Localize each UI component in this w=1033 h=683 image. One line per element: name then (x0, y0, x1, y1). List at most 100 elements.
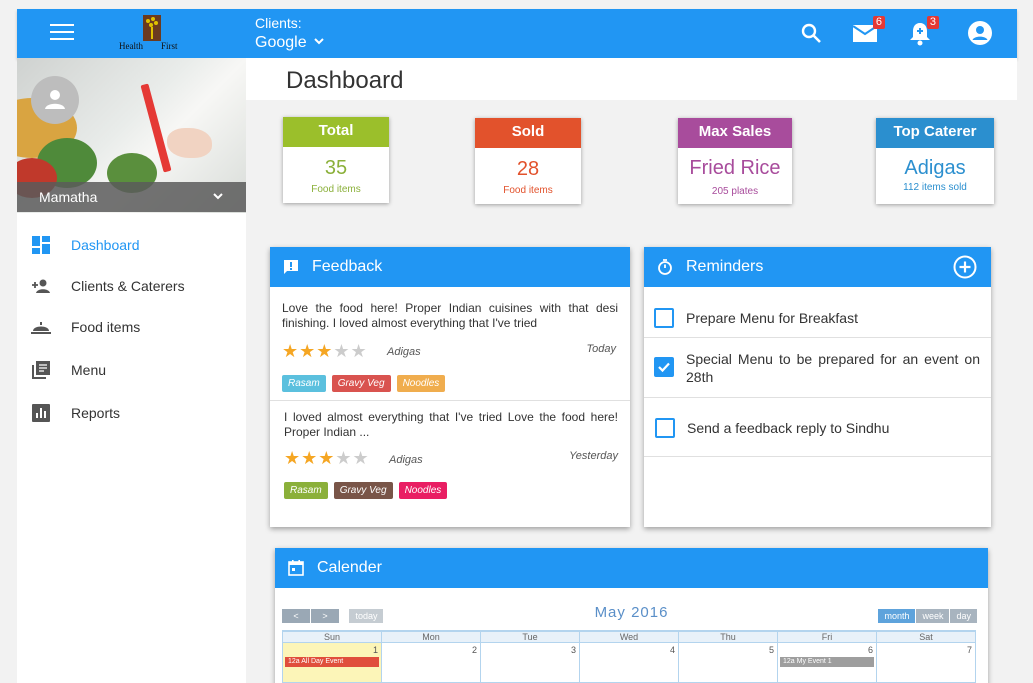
check-icon (658, 362, 670, 373)
day-number: 7 (966, 645, 972, 655)
stat-card-total[interactable]: Total 35 Food items (283, 117, 389, 203)
sidebar-item-label: Menu (71, 361, 107, 378)
stat-value: Adigas (904, 157, 966, 179)
feedback-item[interactable]: Love the food here! Proper Indian cuisin… (270, 301, 630, 401)
stat-subtitle: Food items (503, 185, 553, 196)
day-number: 1 (372, 645, 378, 655)
feedback-text: I loved almost everything that I've trie… (284, 410, 618, 439)
reminder-item[interactable]: Prepare Menu for Breakfast (644, 298, 991, 338)
calendar-event[interactable]: 12a My Event 1 (780, 657, 874, 667)
calendar-day-cell[interactable]: 1 12a All Day Event (282, 642, 382, 683)
sidebar-item-clients-caterers[interactable]: Clients & Caterers (17, 265, 246, 306)
reminders-header: Reminders (644, 247, 991, 287)
tag-chip[interactable]: Gravy Veg (331, 375, 391, 392)
feedback-header: Feedback (270, 247, 630, 287)
avatar[interactable] (31, 76, 79, 124)
sidebar-item-menu[interactable]: Menu (17, 349, 246, 390)
calendar-day-cell[interactable]: 6 12a My Event 1 (777, 642, 877, 683)
mail-icon[interactable]: 6 (852, 16, 885, 50)
reminder-checkbox[interactable] (655, 418, 675, 438)
client-selector[interactable]: Clients: Google (255, 15, 325, 52)
tag-chip[interactable]: Noodles (398, 482, 448, 499)
stat-card-sold[interactable]: Sold 28 Food items (475, 118, 581, 204)
calendar-event[interactable]: 12a All Day Event (285, 657, 379, 667)
reminder-text: Special Menu to be prepared for an event… (686, 351, 980, 385)
stat-subtitle: 112 items sold (903, 182, 967, 193)
health-first-logo[interactable]: Health First (117, 15, 187, 53)
day-number: 4 (669, 645, 675, 655)
feedback-item[interactable]: I loved almost everything that I've trie… (270, 410, 630, 515)
main-content: Dashboard Total 35 Food items Sold 28 Fo… (246, 58, 1017, 683)
timer-icon (656, 258, 674, 276)
sidebar-item-reports[interactable]: Reports (17, 392, 246, 433)
page-title: Dashboard (286, 67, 404, 94)
account-circle-icon[interactable] (967, 20, 993, 51)
tag-chip[interactable]: Noodles (396, 375, 446, 392)
weekday-header: Mon (381, 631, 481, 643)
feedback-title: Feedback (312, 258, 383, 275)
stat-value: Fried Rice (689, 157, 781, 179)
mail-count-badge: 6 (872, 16, 885, 29)
reminder-checkbox[interactable] (654, 357, 674, 377)
clients-label: Clients: (255, 15, 302, 31)
stat-title: Sold (475, 118, 581, 148)
hamburger-menu-icon[interactable] (50, 24, 74, 42)
sidebar-item-label: Dashboard (71, 236, 140, 253)
day-number: 6 (867, 645, 873, 655)
reminder-text: Send a feedback reply to Sindhu (687, 420, 890, 436)
stat-value: 35 (324, 157, 348, 179)
feedback-text: Love the food here! Proper Indian cuisin… (282, 301, 618, 330)
svg-text:First: First (161, 41, 178, 51)
svg-text:Health: Health (119, 41, 143, 51)
rating-stars: ★★★★★ (282, 341, 368, 361)
reminder-item[interactable]: Send a feedback reply to Sindhu (644, 398, 991, 457)
sidebar-nav: Dashboard Clients & Caterers Food items … (17, 223, 246, 433)
calendar-day-cell[interactable]: 2 (381, 642, 481, 683)
stat-subtitle: Food items (311, 184, 361, 195)
dashboard-icon (31, 235, 51, 255)
person-add-icon (31, 276, 51, 296)
calendar-header: Calender (275, 548, 988, 588)
day-view-button[interactable]: day (950, 609, 977, 623)
reminder-checkbox[interactable] (654, 308, 674, 328)
reminders-title: Reminders (686, 258, 764, 275)
user-name: Mamatha (39, 189, 98, 205)
sidebar-item-label: Reports (71, 404, 121, 421)
menu-book-icon (31, 360, 51, 380)
sidebar-item-dashboard[interactable]: Dashboard (17, 224, 246, 265)
sidebar-item-food-items[interactable]: Food items (17, 306, 246, 347)
feedback-tags: Rasam Gravy Veg Noodles (282, 373, 451, 392)
tag-chip[interactable]: Rasam (282, 375, 326, 392)
page-header: Dashboard (246, 58, 1017, 100)
calendar-icon (287, 559, 305, 577)
stat-title: Top Caterer (876, 118, 994, 148)
add-reminder-icon[interactable] (953, 255, 977, 284)
week-view-button[interactable]: week (916, 609, 950, 623)
weekday-header: Fri (777, 631, 877, 643)
day-number: 2 (471, 645, 477, 655)
calendar-day-cell[interactable]: 7 (876, 642, 976, 683)
chevron-down-icon (212, 189, 224, 205)
tag-chip[interactable]: Gravy Veg (333, 482, 393, 499)
stat-card-top-caterer[interactable]: Top Caterer Adigas 112 items sold (876, 118, 994, 204)
weekday-header: Sat (876, 631, 976, 643)
sidebar-item-label: Clients & Caterers (71, 277, 185, 294)
day-number: 5 (768, 645, 774, 655)
calendar-day-cell[interactable]: 5 (678, 642, 778, 683)
weekday-header: Tue (480, 631, 580, 643)
tag-chip[interactable]: Rasam (284, 482, 328, 499)
calendar-day-cell[interactable]: 3 (480, 642, 580, 683)
user-menu-toggle[interactable]: Mamatha (17, 182, 246, 212)
weekday-header: Wed (579, 631, 679, 643)
reminder-item[interactable]: Special Menu to be prepared for an event… (644, 338, 991, 398)
weekday-header: Sun (282, 631, 382, 643)
month-view-button[interactable]: month (878, 609, 916, 623)
profile-cover-image: Mamatha (17, 58, 246, 213)
calendar-day-cell[interactable]: 4 (579, 642, 679, 683)
search-icon[interactable] (799, 21, 823, 50)
stat-card-max-sales[interactable]: Max Sales Fried Rice 205 plates (678, 118, 792, 204)
notification-bell-icon[interactable]: 3 (908, 16, 939, 52)
bar-chart-icon (31, 403, 51, 423)
calendar-card: Calender < > today May 2016 month week day … (275, 548, 988, 683)
notification-count-badge: 3 (926, 16, 939, 29)
